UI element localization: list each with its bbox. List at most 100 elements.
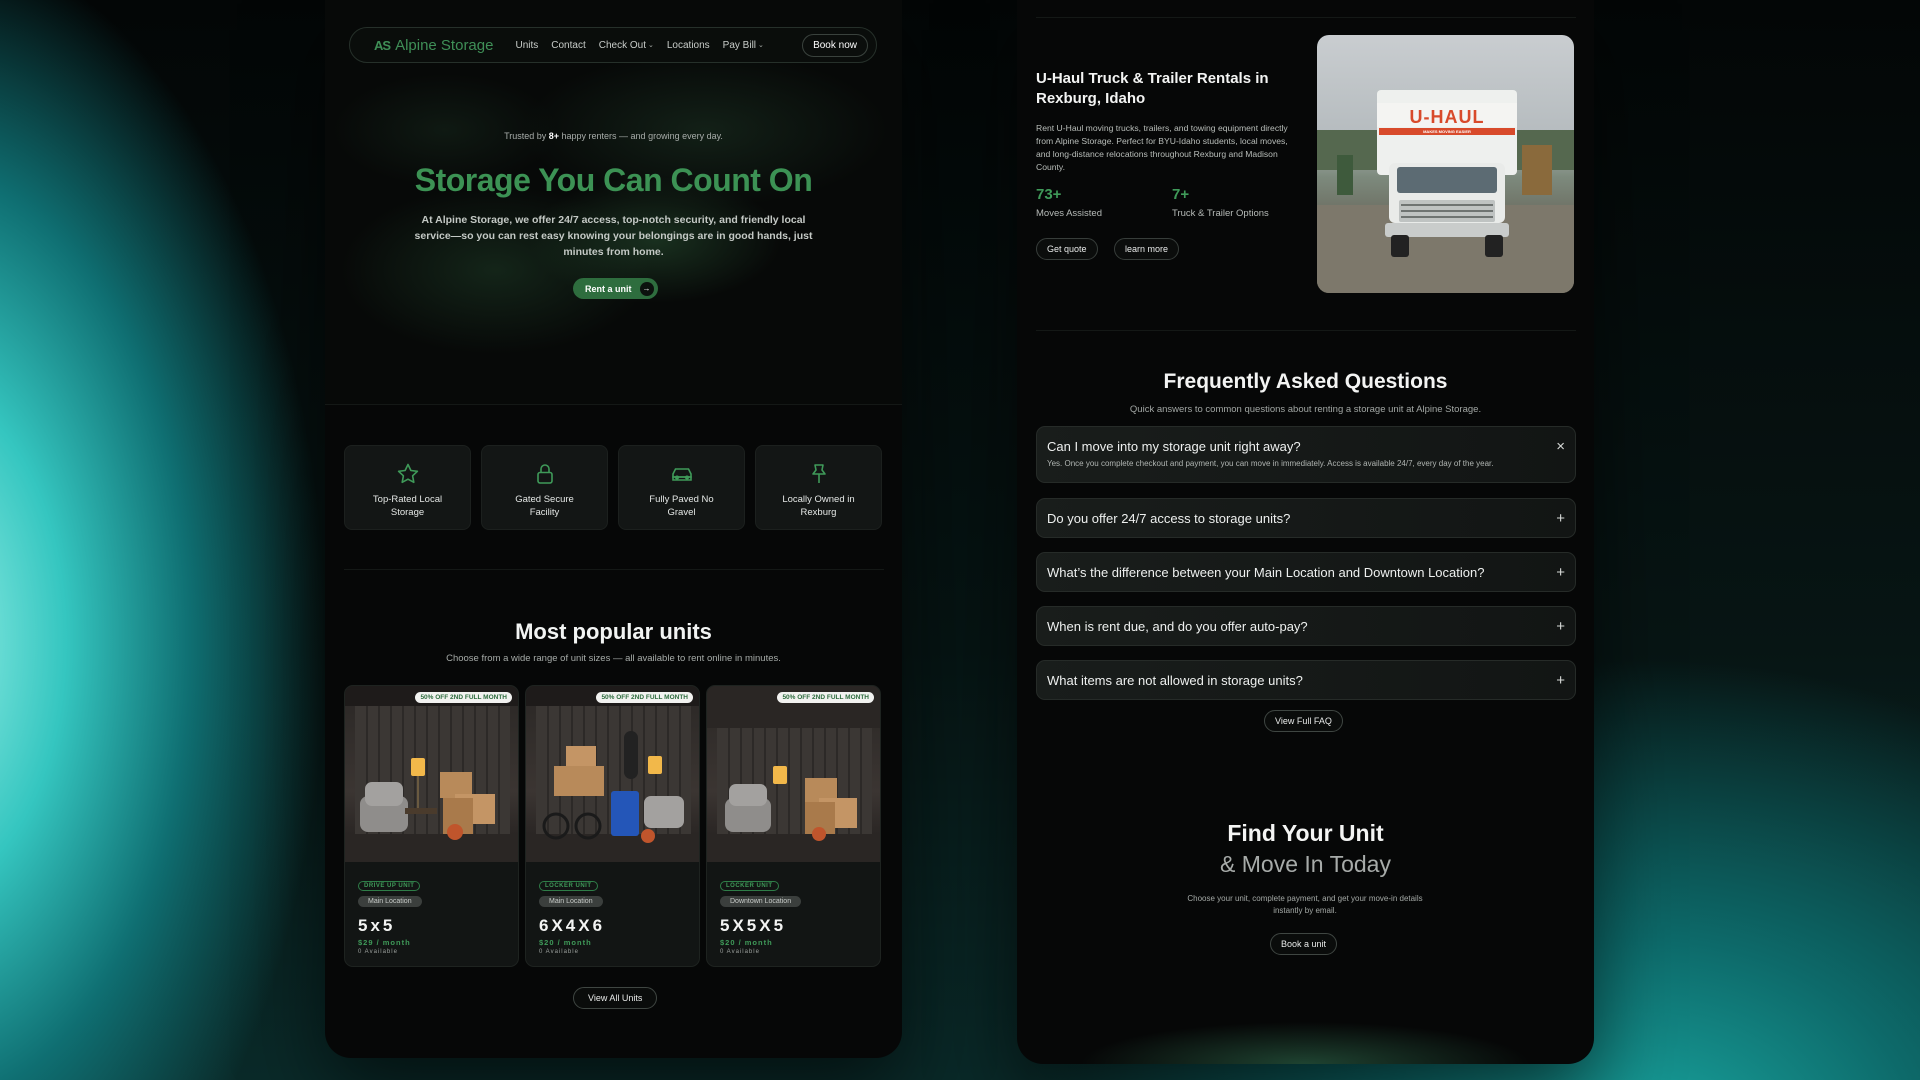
trusted-text: Trusted by 8+ happy renters — and growin…: [325, 131, 902, 141]
unit-price: $20 / month: [539, 938, 592, 947]
feature-label: Fully Paved No Gravel: [649, 494, 714, 518]
logo-text: Alpine Storage: [395, 36, 494, 54]
storage-unit-illustration: [707, 686, 880, 862]
website-preview-info: U-Haul Truck & Trailer Rentals in Rexbur…: [1017, 0, 1594, 1064]
get-quote-button[interactable]: Get quote: [1036, 238, 1098, 260]
unit-details: LOCKER UNIT Main Location 6X4X6 $20 / mo…: [526, 862, 699, 966]
nav-link-units[interactable]: Units: [515, 40, 538, 51]
promo-badge: 50% OFF 2ND FULL MONTH: [777, 692, 874, 703]
learn-more-button[interactable]: learn more: [1114, 238, 1180, 260]
stat-label: Truck & Trailer Options: [1172, 208, 1269, 219]
logo[interactable]: AS Alpine Storage: [374, 37, 493, 54]
plus-icon[interactable]: +: [1556, 564, 1565, 581]
trusted-count: 8+: [548, 131, 560, 141]
faq-item[interactable]: When is rent due, and do you offer auto-…: [1036, 606, 1576, 646]
find-unit-description: Choose your unit, complete payment, and …: [1187, 894, 1423, 915]
nav-link-pay-bill-label: Pay Bill: [722, 39, 757, 51]
hero-description: At Alpine Storage, we offer 24/7 access,…: [414, 214, 813, 258]
unit-details: LOCKER UNIT Downtown Location 5X5X5 $20 …: [707, 862, 880, 966]
faq-question-row: When is rent due, and do you offer auto-…: [1047, 607, 1565, 645]
location-badge: Downtown Location: [720, 896, 802, 907]
faq-item-expanded[interactable]: Can I move into my storage unit right aw…: [1036, 426, 1576, 483]
pin-icon: [811, 464, 826, 483]
faq-question: When is rent due, and do you offer auto-…: [1047, 618, 1308, 634]
car-icon: [671, 468, 692, 481]
section-divider: [1036, 17, 1576, 18]
website-preview-home: AS Alpine Storage Units Contact Check Ou…: [325, 0, 902, 1058]
faq-item[interactable]: Do you offer 24/7 access to storage unit…: [1036, 498, 1576, 538]
hero-section: AS Alpine Storage Units Contact Check Ou…: [325, 0, 902, 405]
uhaul-title: U-Haul Truck & Trailer Rentals in Rexbur…: [1036, 70, 1269, 107]
storage-unit-illustration: [345, 686, 518, 862]
unit-size: 5x5: [358, 916, 396, 935]
unit-details: DRIVE UP UNIT Main Location 5x5 $29 / mo…: [345, 862, 518, 966]
truck-brand-text: U-HAUL: [1409, 107, 1485, 127]
footer-glow: [1017, 954, 1594, 1064]
logo-mark: AS: [374, 37, 391, 53]
unit-type-badge: DRIVE UP UNIT: [358, 881, 421, 891]
stat-options: 7+ Truck & Trailer Options: [1172, 186, 1269, 219]
faq-subtitle: Quick answers to common questions about …: [1129, 404, 1482, 415]
unit-type-badge: LOCKER UNIT: [720, 881, 779, 891]
faq-question-row: What’s the difference between your Main …: [1047, 553, 1565, 591]
stat-value: 73+: [1036, 186, 1062, 203]
unit-price: $29 / month: [358, 938, 411, 947]
unit-availability: 0 Available: [358, 949, 398, 955]
stat-label: Moves Assisted: [1036, 208, 1102, 219]
view-full-faq-button[interactable]: View Full FAQ: [1264, 710, 1343, 732]
plus-icon[interactable]: +: [1556, 618, 1565, 635]
promo-badge: 50% OFF 2ND FULL MONTH: [596, 692, 693, 703]
feature-label: Locally Owned in Rexburg: [782, 494, 855, 518]
faq-item[interactable]: What’s the difference between your Main …: [1036, 552, 1576, 592]
nav-link-contact[interactable]: Contact: [551, 40, 585, 51]
find-unit-subtitle: & Move In Today: [1220, 851, 1391, 877]
stat-value: 7+: [1172, 186, 1190, 203]
uhaul-truck-image: U-HAUL MAKES MOVING EASIER: [1317, 35, 1574, 293]
rent-unit-button[interactable]: Rent a unit →: [573, 278, 658, 299]
unit-availability: 0 Available: [720, 949, 760, 955]
unit-image: 50% OFF 2ND FULL MONTH: [345, 686, 518, 862]
book-unit-button[interactable]: Book a unit: [1270, 933, 1338, 955]
hero-title: Storage You Can Count On: [414, 162, 813, 198]
faq-item[interactable]: What items are not allowed in storage un…: [1036, 660, 1576, 700]
plus-icon[interactable]: +: [1556, 510, 1565, 527]
section-divider: [1036, 330, 1576, 331]
section-divider: [344, 569, 884, 570]
trusted-prefix: Trusted by: [504, 131, 549, 141]
feature-card: Locally Owned in Rexburg: [755, 445, 882, 530]
view-all-units-button[interactable]: View All Units: [573, 987, 658, 1009]
unit-price: $20 / month: [720, 938, 773, 947]
nav-link-checkout[interactable]: Check Out ⌄: [599, 40, 654, 51]
truck-tagline-text: MAKES MOVING EASIER: [1423, 129, 1471, 134]
close-icon[interactable]: ×: [1556, 438, 1565, 455]
faq-title: Frequently Asked Questions: [1163, 370, 1448, 393]
unit-image: 50% OFF 2ND FULL MONTH: [707, 686, 880, 862]
arrow-right-icon: →: [639, 281, 654, 296]
unit-availability: 0 Available: [539, 949, 579, 955]
faq-question-row: Do you offer 24/7 access to storage unit…: [1047, 499, 1565, 537]
find-unit-title: Find Your Unit: [1227, 820, 1384, 846]
feature-card: Gated Secure Facility: [481, 445, 608, 530]
units-section-subtitle: Choose from a wide range of unit sizes —…: [446, 653, 781, 664]
feature-label: Gated Secure Facility: [515, 494, 574, 518]
nav-link-locations[interactable]: Locations: [667, 40, 710, 51]
lock-icon: [536, 464, 553, 484]
chevron-down-icon: ⌄: [758, 42, 764, 49]
faq-question: Do you offer 24/7 access to storage unit…: [1047, 510, 1291, 526]
unit-card[interactable]: 50% OFF 2ND FULL MONTH LOCKER UNIT Main …: [525, 685, 700, 967]
location-badge: Main Location: [539, 896, 603, 907]
unit-image: 50% OFF 2ND FULL MONTH: [526, 686, 699, 862]
units-grid: 50% OFF 2ND FULL MONTH DRIVE UP UNIT Mai…: [344, 685, 881, 967]
unit-card[interactable]: 50% OFF 2ND FULL MONTH DRIVE UP UNIT Mai…: [344, 685, 519, 967]
nav-link-pay-bill[interactable]: Pay Bill ⌄: [723, 40, 764, 51]
units-section-title: Most popular units: [515, 619, 712, 644]
plus-icon[interactable]: +: [1556, 672, 1565, 689]
book-now-button[interactable]: Book now: [802, 33, 868, 57]
feature-card: Top-Rated Local Storage: [344, 445, 471, 530]
unit-card[interactable]: 50% OFF 2ND FULL MONTH LOCKER UNIT Downt…: [706, 685, 881, 967]
trusted-suffix: happy renters — and growing every day.: [559, 131, 723, 141]
rent-unit-label: Rent a unit: [585, 283, 632, 294]
truck-illustration: [1317, 90, 1574, 293]
stat-moves: 73+ Moves Assisted: [1036, 186, 1102, 219]
faq-answer: Yes. Once you complete checkout and paym…: [1047, 459, 1494, 468]
